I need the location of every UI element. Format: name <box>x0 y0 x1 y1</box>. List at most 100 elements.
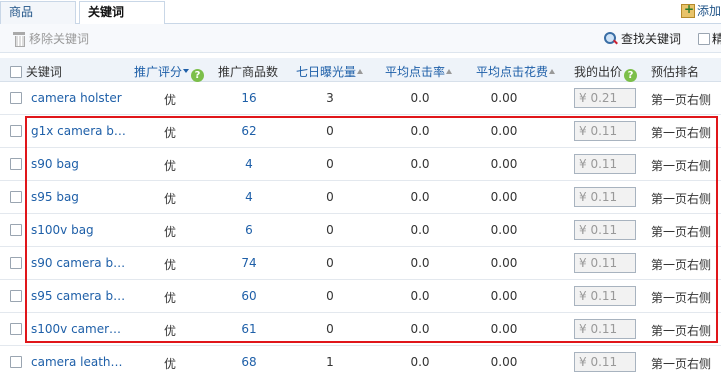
rank-value: 第一页右侧 <box>651 93 712 107</box>
row-checkbox[interactable] <box>10 224 22 236</box>
keyword-link[interactable]: s95 bag <box>31 190 126 204</box>
remove-keyword-label: 移除关键词 <box>29 32 90 46</box>
exposure-value: 1 <box>326 355 334 369</box>
row-checkbox[interactable] <box>10 356 22 368</box>
row-checkbox[interactable] <box>10 191 22 203</box>
rank-value: 第一页右侧 <box>651 192 712 206</box>
product-count-link[interactable]: 4 <box>226 190 272 204</box>
precise-label: 精 <box>712 32 721 46</box>
keyword-link[interactable]: s90 bag <box>31 157 126 171</box>
keyword-link[interactable]: s100v camera... <box>31 322 126 336</box>
ctr-value: 0.0 <box>410 223 430 237</box>
exposure-value: 3 <box>326 91 334 105</box>
table-row: camera holster 优 16 3 0.0 0.00 ¥ 0.21 第一页右侧 <box>0 82 721 115</box>
cost-value: 0.00 <box>490 124 518 138</box>
bid-input[interactable]: ¥ 0.21 <box>574 88 636 108</box>
product-count-link[interactable]: 68 <box>226 355 272 369</box>
sort-icon <box>549 69 556 74</box>
row-checkbox[interactable] <box>10 125 22 137</box>
product-count-link[interactable]: 60 <box>226 289 272 303</box>
product-count-link[interactable]: 61 <box>226 322 272 336</box>
cost-value: 0.00 <box>490 322 518 336</box>
rank-value: 第一页右侧 <box>651 258 712 272</box>
rank-value: 第一页右侧 <box>651 291 712 305</box>
column-cost-label: 平均点击花费 <box>476 65 549 79</box>
score-value: 优 <box>164 192 177 206</box>
score-value: 优 <box>164 159 177 173</box>
keyword-link[interactable]: s100v bag <box>31 223 126 237</box>
trash-icon <box>13 31 25 47</box>
exposure-value: 0 <box>326 124 334 138</box>
precise-checkbox[interactable] <box>698 32 710 45</box>
add-icon <box>680 2 695 18</box>
ctr-value: 0.0 <box>410 190 430 204</box>
search-icon <box>604 31 618 46</box>
sort-icon <box>446 69 453 74</box>
column-exposure[interactable]: 七日曝光量 <box>296 63 364 80</box>
column-bid: 我的出价? <box>574 63 638 82</box>
ctr-value: 0.0 <box>410 91 430 105</box>
rank-value: 第一页右侧 <box>651 225 712 239</box>
row-checkbox[interactable] <box>10 323 22 335</box>
tab-products[interactable]: 商品 (100) <box>0 1 76 40</box>
score-value: 优 <box>164 324 177 338</box>
bid-input[interactable]: ¥ 0.11 <box>574 253 636 273</box>
exposure-value: 0 <box>326 223 334 237</box>
find-keyword-button[interactable]: 查找关键词 <box>604 30 681 47</box>
help-icon[interactable]: ? <box>624 69 638 82</box>
exposure-value: 0 <box>326 256 334 270</box>
bid-input[interactable]: ¥ 0.11 <box>574 352 636 372</box>
table-row: s95 bag 优 4 0 0.0 0.00 ¥ 0.11 第一页右侧 <box>0 181 721 214</box>
keyword-link[interactable]: camera leathe... <box>31 355 126 369</box>
keyword-link[interactable]: s90 camera bag <box>31 256 126 270</box>
cost-value: 0.00 <box>490 223 518 237</box>
column-score[interactable]: 推广评分? <box>134 63 205 82</box>
select-all-checkbox[interactable] <box>10 66 22 78</box>
bid-input[interactable]: ¥ 0.11 <box>574 154 636 174</box>
row-checkbox[interactable] <box>10 92 22 104</box>
remove-keyword-button[interactable]: 移除关键词 <box>13 30 89 47</box>
bid-input[interactable]: ¥ 0.11 <box>574 187 636 207</box>
product-count-link[interactable]: 74 <box>226 256 272 270</box>
bid-input[interactable]: ¥ 0.11 <box>574 220 636 240</box>
row-checkbox[interactable] <box>10 290 22 302</box>
table-header: 关键词 推广评分? 推广商品数 七日曝光量 平均点击率 平均点击花费 我的出价?… <box>0 58 721 82</box>
precise-toggle[interactable]: 精 <box>698 30 721 47</box>
row-checkbox[interactable] <box>10 158 22 170</box>
keyword-link[interactable]: s95 camera bag <box>31 289 126 303</box>
help-icon[interactable]: ? <box>191 69 205 82</box>
exposure-value: 0 <box>326 190 334 204</box>
column-ctr[interactable]: 平均点击率 <box>385 63 453 80</box>
ctr-value: 0.0 <box>410 157 430 171</box>
column-count: 推广商品数 <box>218 65 279 79</box>
ctr-value: 0.0 <box>410 322 430 336</box>
product-count-link[interactable]: 62 <box>226 124 272 138</box>
column-exposure-label: 七日曝光量 <box>296 65 357 79</box>
table-row: s90 bag 优 4 0 0.0 0.00 ¥ 0.11 第一页右侧 <box>0 148 721 181</box>
bid-input[interactable]: ¥ 0.11 <box>574 121 636 141</box>
rank-value: 第一页右侧 <box>651 159 712 173</box>
column-cost[interactable]: 平均点击花费 <box>476 63 556 80</box>
keyword-link[interactable]: camera holster <box>31 91 126 105</box>
product-count-link[interactable]: 4 <box>226 157 272 171</box>
toolbar: 移除关键词 查找关键词 精 <box>0 24 721 53</box>
score-value: 优 <box>164 357 177 371</box>
product-count-link[interactable]: 16 <box>226 91 272 105</box>
bid-input[interactable]: ¥ 0.11 <box>574 286 636 306</box>
bid-input[interactable]: ¥ 0.11 <box>574 319 636 339</box>
product-count-link[interactable]: 6 <box>226 223 272 237</box>
score-value: 优 <box>164 126 177 140</box>
rank-value: 第一页右侧 <box>651 357 712 371</box>
cost-value: 0.00 <box>490 355 518 369</box>
rank-value: 第一页右侧 <box>651 126 712 140</box>
ctr-value: 0.0 <box>410 355 430 369</box>
add-keyword-link[interactable]: 添加 <box>680 2 721 19</box>
row-checkbox[interactable] <box>10 257 22 269</box>
column-rank: 预估排名 <box>651 65 700 79</box>
keyword-link[interactable]: g1x camera bag <box>31 124 126 138</box>
exposure-value: 0 <box>326 322 334 336</box>
exposure-value: 0 <box>326 289 334 303</box>
cost-value: 0.00 <box>490 91 518 105</box>
table-row: s90 camera bag 优 74 0 0.0 0.00 ¥ 0.11 第一页右侧 <box>0 247 721 280</box>
tab-keywords[interactable]: 关键词 (819) <box>79 1 165 40</box>
